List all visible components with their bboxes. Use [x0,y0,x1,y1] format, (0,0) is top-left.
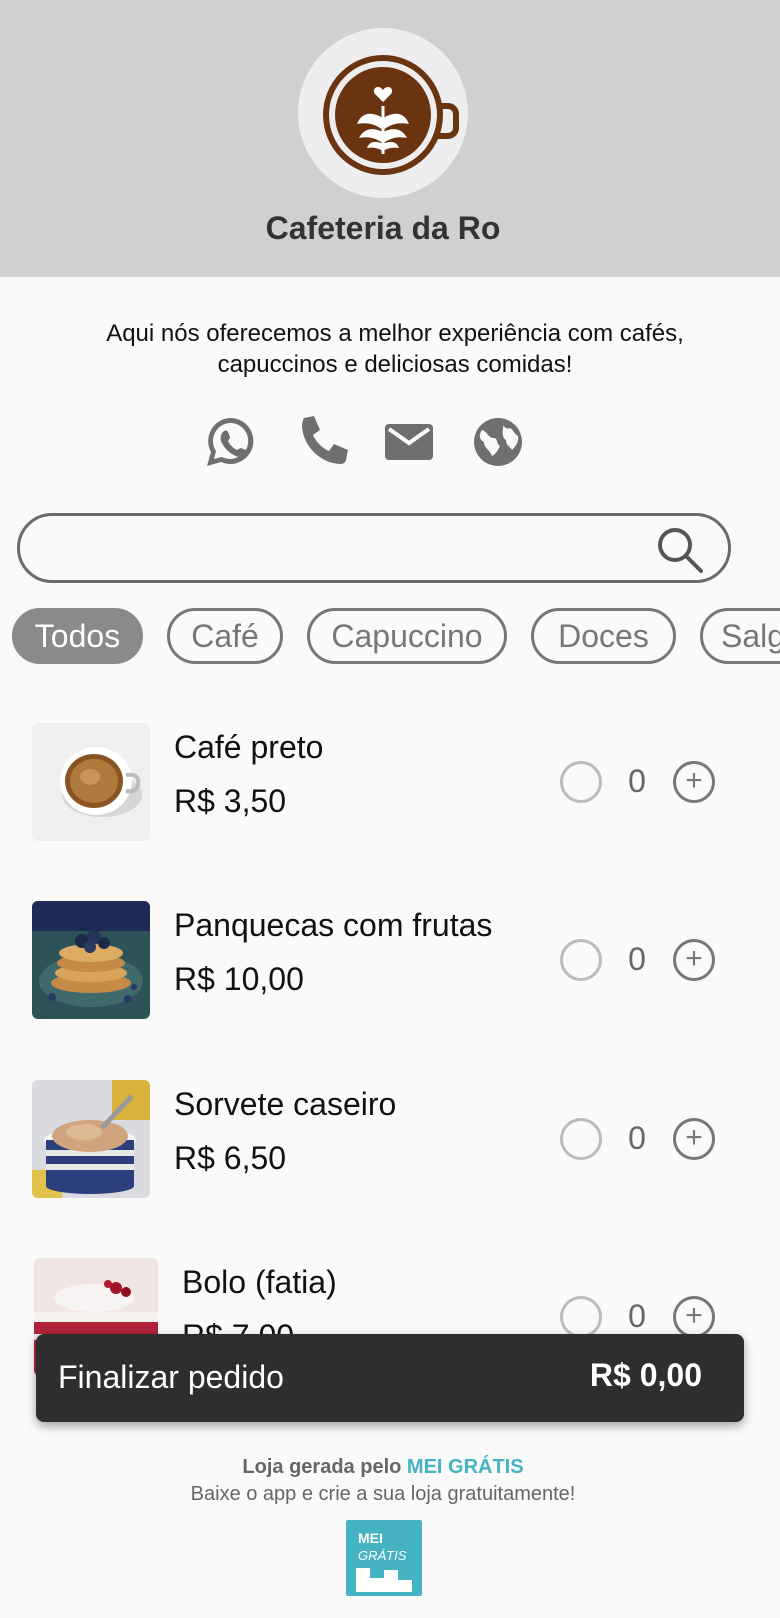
product-name: Café preto [174,729,324,765]
category-chip-capuccino[interactable]: Capuccino [307,608,507,664]
checkout-button[interactable]: Finalizar pedido R$ 0,00 [36,1334,744,1422]
mei-gratis-logo[interactable]: MEI GRÁTIS [346,1520,422,1596]
email-button[interactable] [379,412,439,472]
decrease-quantity-button[interactable] [560,939,602,981]
search-icon[interactable] [656,526,704,574]
product-price: R$ 6,50 [174,1140,287,1176]
checkout-label: Finalizar pedido [58,1359,284,1395]
phone-button[interactable] [290,412,350,472]
category-chip-doces[interactable]: Doces [531,608,676,664]
product-name: Panquecas com frutas [174,907,493,943]
whatsapp-button[interactable] [201,412,261,472]
store-name: Cafeteria da Ro [265,210,501,246]
product-item[interactable]: Sorvete caseiro R$ 6,50 0 + [0,1080,780,1220]
email-icon [385,424,433,460]
store-logo [298,28,468,198]
product-name: Sorvete caseiro [174,1086,397,1122]
increase-quantity-button[interactable]: + [673,1296,715,1338]
search-input[interactable] [44,528,648,570]
quantity-value: 0 [628,1120,646,1156]
product-item[interactable]: Café preto R$ 3,50 0 + [0,723,780,863]
search-bar[interactable] [17,513,731,583]
contact-bar [0,412,780,472]
footer-credit-prefix: Loja gerada pelo [242,1456,407,1478]
quantity-value: 0 [628,763,646,799]
increase-quantity-button[interactable]: + [673,1118,715,1160]
footer-credit: Loja gerada pelo MEI GRÁTIS [0,1456,766,1479]
category-chip-todos[interactable]: Todos [12,608,143,664]
mei-logo-text: MEI [358,1530,383,1546]
product-image [32,1080,150,1198]
increase-quantity-button[interactable]: + [673,939,715,981]
phone-icon [302,416,348,464]
product-image [32,723,150,841]
order-total: R$ 0,00 [589,1357,702,1393]
website-button[interactable] [468,412,528,472]
quantity-value: 0 [628,941,646,977]
increase-quantity-button[interactable]: + [673,761,715,803]
product-price: R$ 10,00 [174,961,304,997]
latte-art-cup-icon [323,55,459,175]
decrease-quantity-button[interactable] [560,761,602,803]
category-filter: Todos Café Capuccino Doces Salg [0,608,780,668]
globe-icon [474,418,522,466]
product-image [32,901,150,1019]
category-chip-cafe[interactable]: Café [167,608,283,664]
quantity-value: 0 [628,1298,646,1334]
decrease-quantity-button[interactable] [560,1118,602,1160]
product-name: Bolo (fatia) [182,1264,337,1300]
decrease-quantity-button[interactable] [560,1296,602,1338]
product-price: R$ 3,50 [174,783,287,819]
footer-tagline: Baixe o app e crie a sua loja gratuitame… [190,1483,576,1505]
footer: Loja gerada pelo MEI GRÁTIS Baixe o app … [0,1456,766,1506]
store-header: Cafeteria da Ro [0,0,780,277]
store-description: Aqui nós oferecemos a melhor experiência… [106,320,684,378]
footer-brand-link[interactable]: MEI GRÁTIS [407,1456,524,1478]
category-chip-salgados[interactable]: Salg [700,608,780,664]
mei-logo-subtext: GRÁTIS [358,1548,407,1563]
whatsapp-icon [207,418,254,466]
product-item[interactable]: Panquecas com frutas R$ 10,00 0 + [0,901,780,1041]
